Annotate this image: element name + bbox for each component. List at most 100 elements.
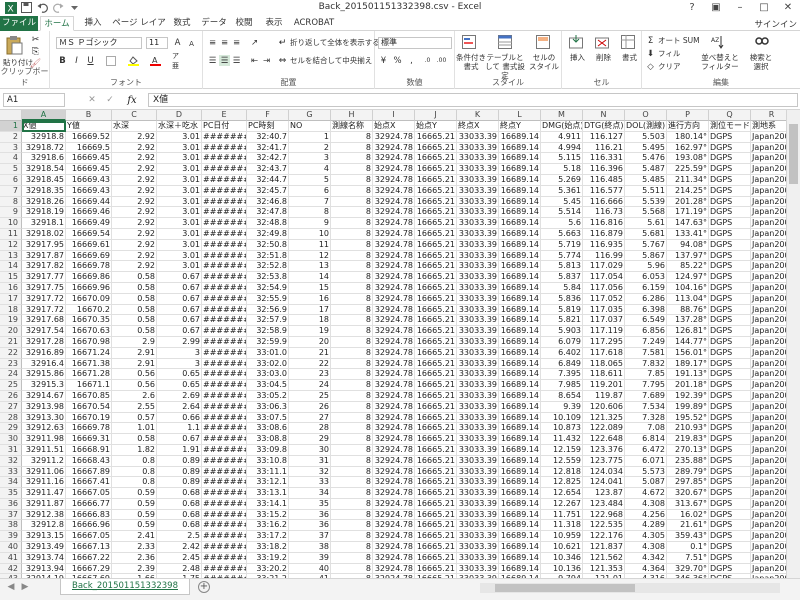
cell[interactable]: 33033.39 bbox=[457, 563, 499, 575]
cell[interactable]: 7.328 bbox=[625, 412, 667, 424]
font-name-select[interactable]: ＭＳ Ｐゴシック bbox=[56, 37, 142, 49]
cell[interactable]: 270.13° bbox=[667, 444, 709, 456]
cell[interactable]: DGPS bbox=[709, 563, 751, 575]
cell[interactable]: Japan2000 bbox=[751, 391, 786, 402]
cell[interactable]: 32:57.9 bbox=[247, 315, 289, 327]
cell[interactable]: 5.837 bbox=[541, 272, 583, 283]
cell[interactable]: 33:15.2 bbox=[247, 509, 289, 521]
cell[interactable]: 32:45.7 bbox=[247, 185, 289, 197]
cell[interactable]: 0.59 bbox=[112, 509, 157, 521]
cell[interactable]: 33:20.2 bbox=[247, 563, 289, 575]
cell[interactable]: 2.55 bbox=[112, 401, 157, 413]
cell[interactable]: Japan2000 bbox=[751, 531, 786, 543]
cell[interactable]: 2.69 bbox=[157, 390, 202, 402]
cell[interactable]: 144.77° bbox=[667, 336, 709, 348]
cell[interactable]: 5.087 bbox=[625, 477, 667, 489]
cell[interactable]: 5.511 bbox=[625, 185, 667, 197]
cell[interactable]: DGPS bbox=[709, 552, 751, 564]
cell[interactable]: DGPS bbox=[709, 444, 751, 456]
cell[interactable]: 32:55.9 bbox=[247, 293, 289, 305]
cell[interactable]: 18 bbox=[289, 315, 331, 327]
cell[interactable]: ######## bbox=[202, 293, 247, 305]
cell[interactable]: 113.04° bbox=[667, 293, 709, 305]
cell[interactable]: 2.91 bbox=[112, 347, 157, 359]
add-sheet-icon[interactable]: + bbox=[198, 581, 210, 593]
cell[interactable]: 16.02° bbox=[667, 509, 709, 521]
font-size-select[interactable]: 11 bbox=[146, 37, 168, 49]
cell[interactable]: 116.816 bbox=[583, 218, 625, 229]
cell[interactable]: 2.39 bbox=[112, 563, 157, 575]
cell[interactable]: 32913.98 bbox=[22, 401, 66, 413]
cell[interactable]: 16669.46 bbox=[66, 207, 112, 219]
cell[interactable]: 4.308 bbox=[625, 542, 667, 553]
cell[interactable]: 24 bbox=[289, 380, 331, 391]
font-color-icon[interactable]: A bbox=[150, 55, 161, 66]
cell[interactable]: 16665.21 bbox=[415, 326, 457, 337]
cell[interactable]: 33033.39 bbox=[457, 250, 499, 262]
cell[interactable]: 33033.39 bbox=[457, 498, 499, 510]
cell[interactable]: DGPS bbox=[709, 174, 751, 186]
spreadsheet-grid[interactable]: ABCDEFGHIJKLMNOPQR 1 X値 Y値 水深 水深＋吃水 PC日付 PC時刻 N… bbox=[0, 110, 786, 578]
cell[interactable]: DGPS bbox=[709, 423, 751, 435]
cell[interactable]: Japan2000 bbox=[751, 261, 786, 273]
cell[interactable]: 33033.39 bbox=[457, 336, 499, 348]
cell[interactable]: 16669.52 bbox=[66, 131, 112, 143]
cell[interactable]: 2.92 bbox=[112, 239, 157, 251]
row-header[interactable]: 7 bbox=[0, 185, 22, 197]
cell[interactable]: 8 bbox=[331, 153, 373, 165]
column-header[interactable]: I bbox=[373, 110, 415, 121]
cell[interactable]: 16669.86 bbox=[66, 272, 112, 283]
cell[interactable]: 12.654 bbox=[541, 488, 583, 499]
cell[interactable]: 16665.21 bbox=[415, 272, 457, 283]
cell[interactable]: Japan2000 bbox=[751, 445, 786, 456]
cell[interactable]: 117.052 bbox=[583, 293, 625, 305]
cell[interactable]: 32911.2 bbox=[22, 455, 66, 467]
cell[interactable]: 6.814 bbox=[625, 434, 667, 445]
cell[interactable]: 5.45 bbox=[541, 196, 583, 208]
cell[interactable]: 39 bbox=[289, 552, 331, 564]
cell[interactable]: X値 bbox=[22, 121, 66, 132]
cell[interactable]: 32924.78 bbox=[373, 272, 415, 283]
column-header[interactable]: C bbox=[112, 110, 157, 121]
cell[interactable]: 33:10.8 bbox=[247, 455, 289, 467]
cell[interactable]: 16665.21 bbox=[415, 369, 457, 381]
cell[interactable]: 0.58 bbox=[112, 272, 157, 283]
cell[interactable]: 33033.39 bbox=[457, 347, 499, 359]
row-header[interactable]: 14 bbox=[0, 261, 22, 273]
cell[interactable]: ######## bbox=[202, 218, 247, 229]
cell[interactable]: 16665.21 bbox=[415, 563, 457, 575]
cell[interactable]: DGPS bbox=[709, 401, 751, 413]
row-header[interactable]: 17 bbox=[0, 293, 22, 305]
cell[interactable]: 0.8 bbox=[112, 477, 157, 489]
cell[interactable]: 121.562 bbox=[583, 552, 625, 564]
cell[interactable]: 2.5 bbox=[157, 531, 202, 543]
cell[interactable]: 201.28° bbox=[667, 196, 709, 208]
cell[interactable]: 32924.78 bbox=[373, 552, 415, 564]
cell[interactable]: 211.34° bbox=[667, 174, 709, 186]
cell[interactable]: 133.41° bbox=[667, 228, 709, 240]
cell[interactable]: 16689.14 bbox=[499, 131, 541, 143]
cell[interactable]: 16665.21 bbox=[415, 293, 457, 305]
horizontal-scroll-thumb[interactable] bbox=[495, 584, 635, 592]
cell[interactable]: 32911.98 bbox=[22, 434, 66, 445]
cell[interactable]: 16665.21 bbox=[415, 477, 457, 489]
cell[interactable]: Japan2000 bbox=[751, 413, 786, 424]
column-header[interactable]: K bbox=[457, 110, 499, 121]
cell[interactable]: 2.6 bbox=[112, 390, 157, 402]
cell[interactable]: DGPS bbox=[709, 239, 751, 251]
cell[interactable]: 8 bbox=[331, 315, 373, 327]
cell[interactable]: 5.6 bbox=[541, 218, 583, 229]
cell[interactable]: 33033.39 bbox=[457, 401, 499, 413]
cell[interactable]: 32924.78 bbox=[373, 131, 415, 143]
cell[interactable]: Japan2000 bbox=[751, 132, 786, 143]
cell[interactable]: 122.648 bbox=[583, 434, 625, 445]
cell[interactable]: 13 bbox=[289, 261, 331, 273]
cell[interactable]: 32924.78 bbox=[373, 326, 415, 337]
cell[interactable]: 32:56.9 bbox=[247, 304, 289, 316]
cell[interactable]: 32924.78 bbox=[373, 531, 415, 543]
cell[interactable]: 進行方向 bbox=[667, 121, 709, 132]
cell[interactable]: 16669.54 bbox=[66, 228, 112, 240]
cell[interactable]: Japan2000 bbox=[751, 143, 786, 154]
cell[interactable]: ######## bbox=[202, 261, 247, 273]
cell[interactable]: ######## bbox=[202, 272, 247, 283]
